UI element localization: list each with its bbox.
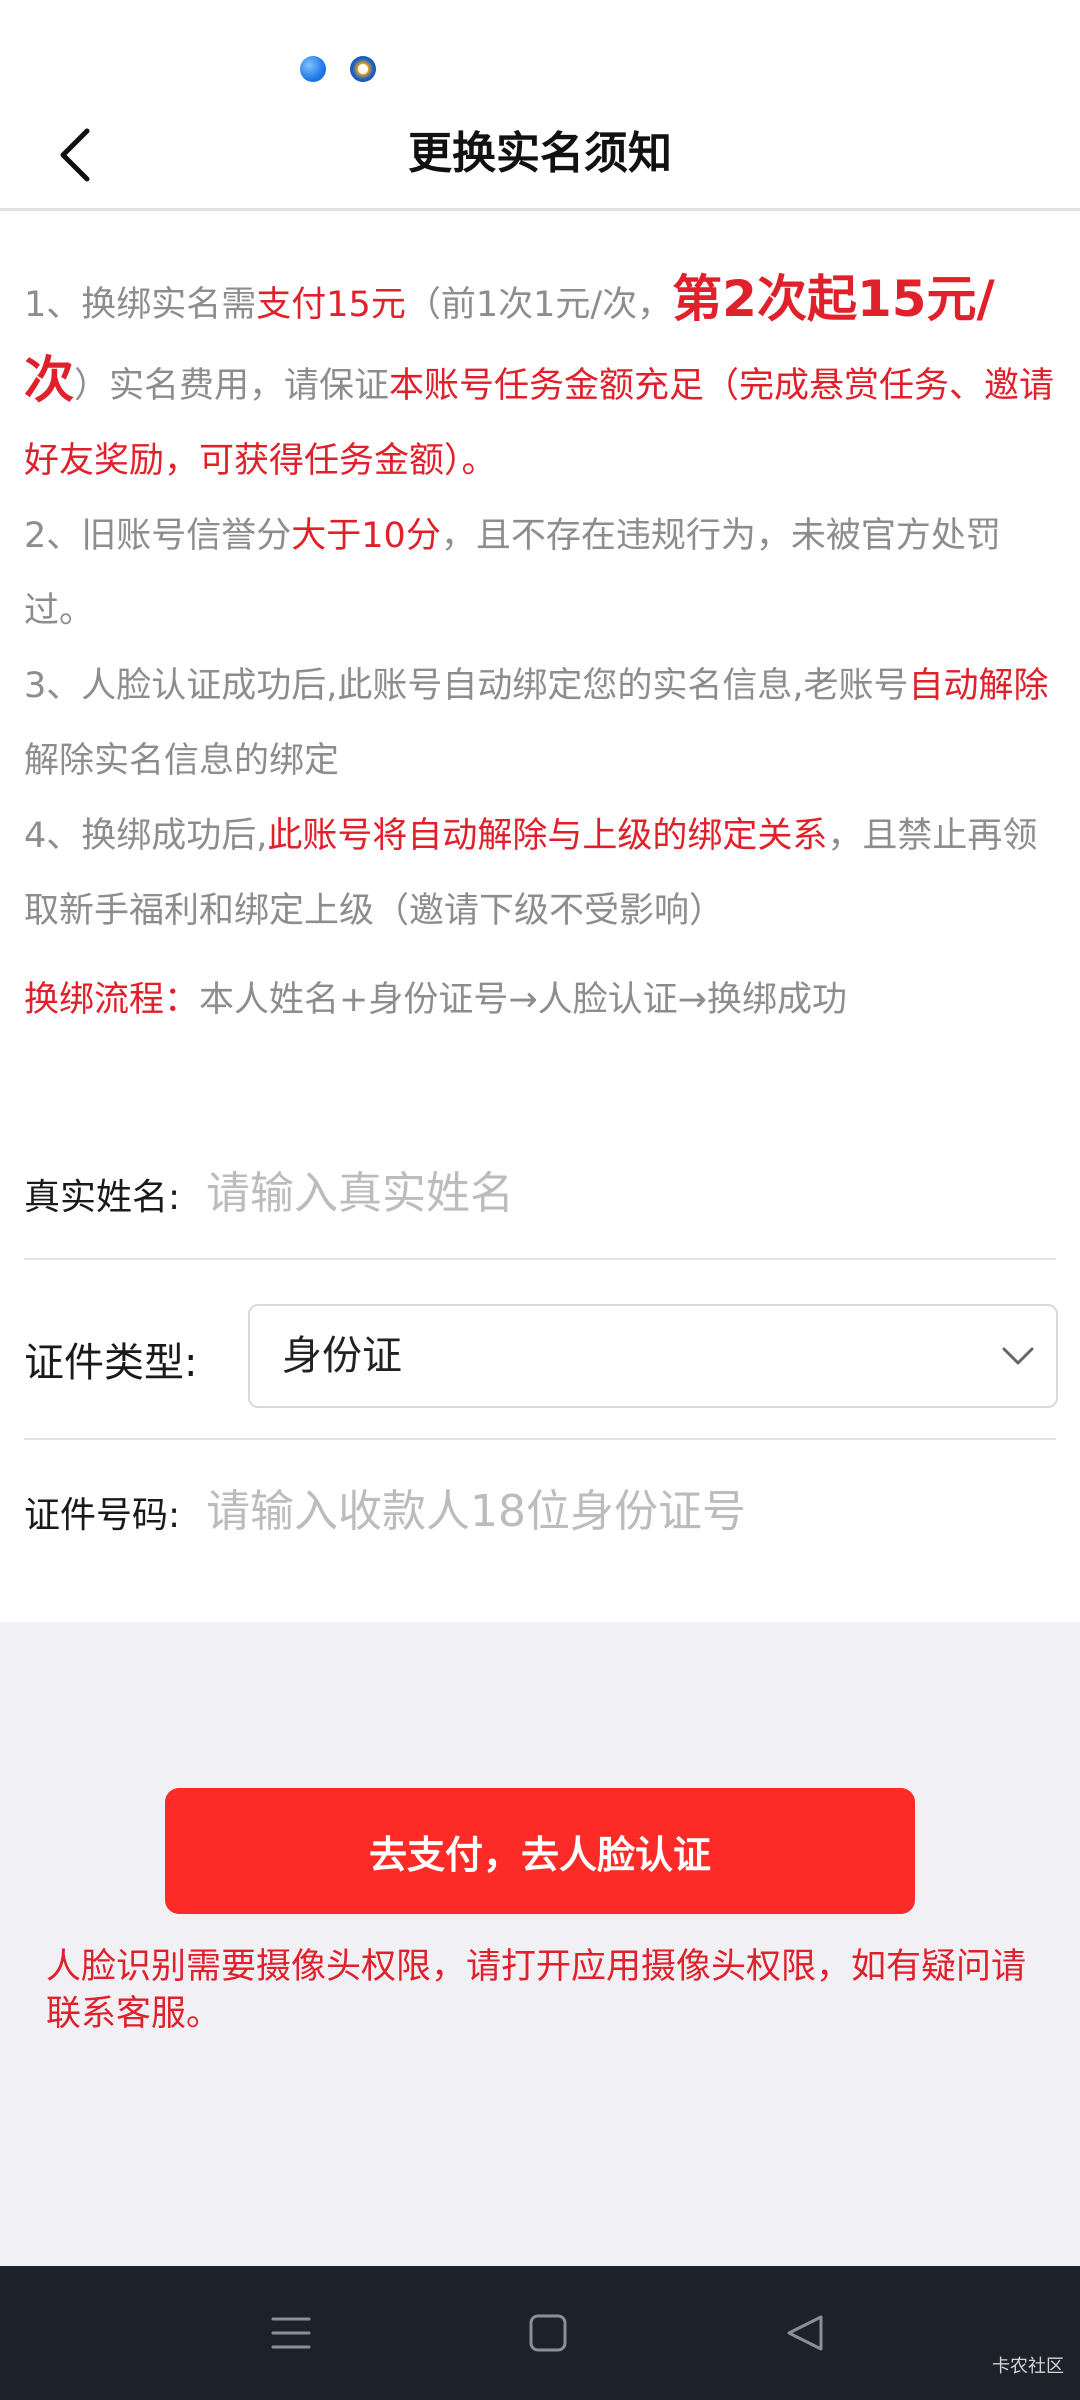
pay-and-verify-button[interactable]: 去支付，去人脸认证 (165, 1788, 915, 1914)
notice-section: 1、换绑实名需支付15元（前1次1元/次，第2次起15元/次）实名费用，请保证本… (24, 262, 1056, 1038)
app-notification-icon (300, 56, 326, 82)
notice-text: 4、换绑成功后, (24, 816, 268, 856)
flow-steps: 本人姓名+身份证号→人脸认证→换绑成功 (199, 980, 847, 1020)
system-nav-bar: 卡农社区 (0, 2266, 1080, 2400)
real-name-input[interactable] (206, 1158, 1026, 1228)
chevron-left-icon (60, 128, 90, 182)
screen: 更换实名须知 1、换绑实名需支付15元（前1次1元/次，第2次起15元/次）实名… (0, 0, 1080, 2400)
watermark: 卡农社区 (992, 2356, 1064, 2377)
notice-text: 解除实名信息的绑定 (24, 741, 340, 781)
notice-item-1: 1、换绑实名需支付15元（前1次1元/次，第2次起15元/次）实名费用，请保证本… (24, 262, 1056, 499)
notice-highlight: 此账号将自动解除与上级的绑定关系 (267, 816, 828, 856)
nav-bar: 更换实名须知 (0, 100, 1080, 211)
notice-item-2: 2、旧账号信誉分大于10分，且不存在违规行为，未被官方处罚过。 (24, 499, 1056, 649)
id-type-row: 证件类型: 身份证 (24, 1290, 1058, 1440)
camera-permission-note: 人脸识别需要摄像头权限，请打开应用摄像头权限，如有疑问请联系客服。 (46, 1947, 1027, 2034)
notice-text: 3、人脸认证成功后,此账号自动绑定您的实名信息,老账号 (24, 666, 909, 706)
page-title: 更换实名须知 (408, 128, 672, 179)
back-button[interactable] (30, 110, 120, 200)
id-type-select[interactable]: 身份证 (248, 1304, 1058, 1408)
system-back-button[interactable] (772, 2300, 838, 2366)
notice-highlight: 支付15元 (256, 285, 406, 325)
id-type-label: 证件类型: (24, 1340, 198, 1386)
recent-apps-button[interactable] (258, 2300, 324, 2366)
notice-text: （前1次1元/次， (405, 285, 673, 325)
real-name-label: 真实姓名: (24, 1177, 181, 1218)
triangle-back-icon (787, 2315, 823, 2351)
notice-highlight: 自动解除 (908, 666, 1049, 706)
home-button[interactable] (515, 2300, 581, 2366)
notice-text: 1、换绑实名需 (24, 285, 257, 325)
id-number-row: 证件号码: (24, 1462, 1056, 1562)
chevron-down-icon (1002, 1347, 1034, 1365)
id-number-input[interactable] (206, 1476, 1026, 1546)
notice-item-3: 3、人脸认证成功后,此账号自动绑定您的实名信息,老账号自动解除解除实名信息的绑定 (24, 649, 1056, 799)
rebind-flow: 换绑流程：本人姓名+身份证号→人脸认证→换绑成功 (24, 963, 1056, 1038)
id-type-selected: 身份证 (282, 1333, 402, 1379)
id-number-label: 证件号码: (24, 1495, 181, 1536)
notice-item-4: 4、换绑成功后,此账号将自动解除与上级的绑定关系，且禁止再领取新手福利和绑定上级… (24, 799, 1056, 949)
flow-label: 换绑流程： (24, 980, 200, 1020)
real-name-row: 真实姓名: (24, 1140, 1056, 1260)
notice-text: ）实名费用，请保证 (74, 366, 390, 406)
app-notification-icon-2 (350, 56, 376, 82)
menu-icon (271, 2317, 311, 2349)
notice-text: 2、旧账号信誉分 (24, 516, 292, 556)
notice-highlight: 大于10分 (291, 516, 441, 556)
home-square-icon (529, 2314, 567, 2352)
content-area: 更换实名须知 1、换绑实名需支付15元（前1次1元/次，第2次起15元/次）实名… (0, 0, 1080, 1622)
status-bar (0, 0, 1080, 100)
